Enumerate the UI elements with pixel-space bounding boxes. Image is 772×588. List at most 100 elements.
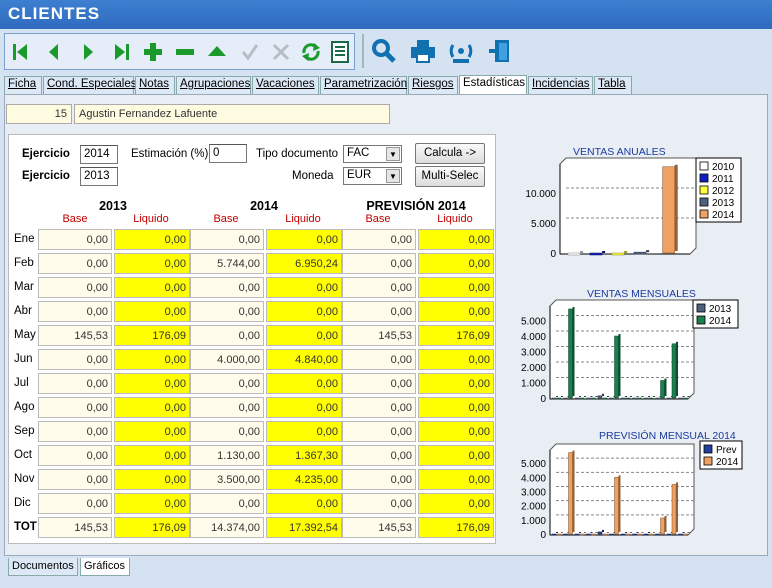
chart-bar [567, 252, 581, 256]
legend-swatch [699, 173, 709, 183]
tab-cond-especiales[interactable]: Cond. Especiales [43, 76, 137, 94]
chart-bar-side [602, 529, 604, 532]
legend-swatch [703, 444, 713, 454]
y-tick-label: 5.000 [521, 459, 546, 470]
tipo-documento-select[interactable]: FAC ▼ [343, 145, 402, 163]
month-label: Nov [14, 473, 35, 485]
month-label: Abr [14, 305, 32, 317]
next-icon [84, 44, 93, 60]
table-cell: 0,00 [38, 445, 112, 466]
table-cell: 0,00 [190, 373, 264, 394]
table-cell: 0,00 [266, 277, 342, 298]
table-cell: 0,00 [190, 325, 264, 346]
table-cell: 0,00 [418, 229, 494, 250]
chart-bar-side [636, 396, 639, 397]
chart-bar [655, 397, 660, 400]
chart-bar [632, 397, 637, 400]
table-cell: 0,00 [114, 421, 190, 442]
subheader-liquido: Liquido [285, 213, 321, 225]
tab-incidencias[interactable]: Incidencias [528, 76, 593, 94]
tab-estadisticas[interactable]: Estadísticas [459, 75, 527, 94]
refresh-button[interactable] [298, 37, 324, 67]
month-label: TOT [14, 521, 37, 533]
chart-title: VENTAS MENSUALES [587, 288, 696, 300]
table-cell: 176,09 [418, 517, 494, 538]
subheader-base: Base [213, 213, 239, 225]
tab-vacaciones[interactable]: Vacaciones [252, 76, 319, 94]
ejercicio-input-1[interactable]: 2014 [80, 145, 118, 164]
moneda-select[interactable]: EUR ▼ [343, 167, 402, 185]
chart-bar [625, 397, 631, 400]
tab-graficos[interactable]: Gráficos [80, 558, 130, 576]
ejercicio-input-2[interactable]: 2013 [80, 167, 118, 186]
list-button[interactable] [327, 37, 353, 67]
table-cell: 0,00 [342, 253, 416, 274]
table-cell: 0,00 [190, 229, 264, 250]
legend-label: 2010 [712, 162, 735, 173]
delete-button[interactable] [172, 37, 198, 67]
chart-bar-side [624, 251, 628, 253]
chart-bar [637, 533, 642, 536]
legend-swatch [699, 161, 709, 171]
first-record-button[interactable] [8, 37, 34, 67]
table-cell: 0,00 [190, 301, 264, 322]
table-cell: 0,00 [38, 277, 112, 298]
confirm-button[interactable] [237, 37, 263, 67]
estimacion-input[interactable]: 0 [209, 144, 247, 163]
calcula-button[interactable]: Calcula -> [415, 143, 485, 164]
charts-svg: VENTAS ANUALES05.00010.00020102011201220… [521, 146, 743, 541]
tab-ficha[interactable]: Ficha [4, 76, 42, 94]
table-cell: 176,09 [114, 325, 190, 346]
tab-notas[interactable]: Notas [135, 76, 175, 94]
add-button[interactable] [140, 37, 166, 67]
last-record-button[interactable] [108, 37, 134, 67]
chart-bar-side [579, 396, 581, 397]
cancel-button[interactable] [268, 37, 294, 67]
chart-bar [602, 533, 608, 536]
legend-swatch [696, 315, 706, 325]
tab-parametrizacion[interactable]: Parametrización [320, 76, 407, 94]
chart-bar-side [664, 515, 667, 532]
exit-button[interactable] [486, 36, 516, 66]
table-cell: 0,00 [418, 493, 494, 514]
tab-agrupaciones[interactable]: Agrupaciones [176, 76, 251, 94]
table-cell: 0,00 [38, 493, 112, 514]
next-record-button[interactable] [75, 37, 101, 67]
tab-tabla[interactable]: Tabla [594, 76, 632, 94]
wireless-button[interactable] [446, 36, 476, 66]
legend-swatch [696, 303, 706, 313]
chart-bar [666, 397, 672, 400]
previous-record-button[interactable] [41, 37, 67, 67]
chart-bar-side [630, 532, 632, 533]
table-cell: 4.000,00 [190, 349, 264, 370]
table-cell: 4.235,00 [266, 469, 342, 490]
chart-bar [591, 397, 596, 400]
print-button[interactable] [408, 36, 438, 66]
table-cell: 0,00 [342, 469, 416, 490]
table-cell: 0,00 [266, 397, 342, 418]
table-cell: 0,00 [418, 373, 494, 394]
search-button[interactable] [369, 36, 399, 66]
chart-bar [648, 397, 654, 400]
table-cell: 0,00 [342, 445, 416, 466]
table-cell: 0,00 [38, 421, 112, 442]
edit-button[interactable] [204, 37, 230, 67]
chart-bar [589, 252, 603, 256]
table-cell: 1.367,30 [266, 445, 342, 466]
table-cell: 145,53 [38, 517, 112, 538]
table-cell: 0,00 [266, 325, 342, 346]
chart-bar [563, 397, 568, 400]
tab-riesgos[interactable]: Riesgos [408, 76, 458, 94]
chevron-down-icon[interactable]: ▼ [386, 147, 400, 161]
chevron-down-icon[interactable]: ▼ [386, 169, 400, 183]
chart-bar [611, 252, 625, 256]
client-name: Agustin Fernandez Lafuente [74, 104, 390, 124]
table-cell: 0,00 [418, 253, 494, 274]
tab-documentos[interactable]: Documentos [8, 558, 78, 576]
table-cell: 0,00 [190, 277, 264, 298]
chart-bar [551, 533, 557, 536]
table-cell: 0,00 [418, 301, 494, 322]
multi-selec-button[interactable]: Multi-Selec [415, 166, 485, 187]
chart-bar [625, 533, 631, 536]
legend-label: 2013 [709, 304, 732, 315]
